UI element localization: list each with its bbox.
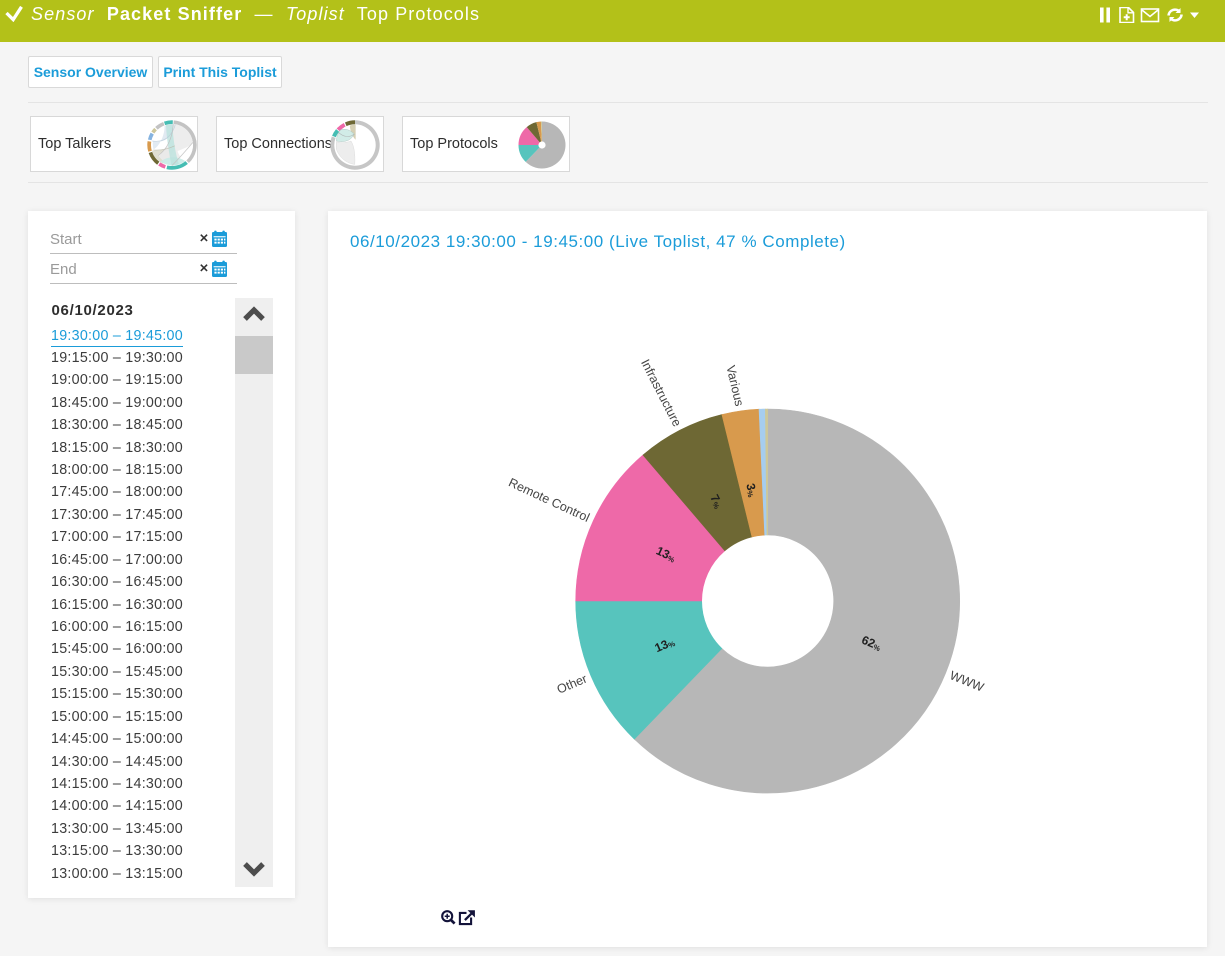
svg-text:Remote Control: Remote Control: [506, 475, 591, 524]
svg-text:Infrastructure: Infrastructure: [638, 357, 684, 429]
svg-text:Other: Other: [555, 672, 589, 697]
svg-text:Various: Various: [723, 364, 746, 408]
svg-text:WWW: WWW: [948, 668, 986, 694]
